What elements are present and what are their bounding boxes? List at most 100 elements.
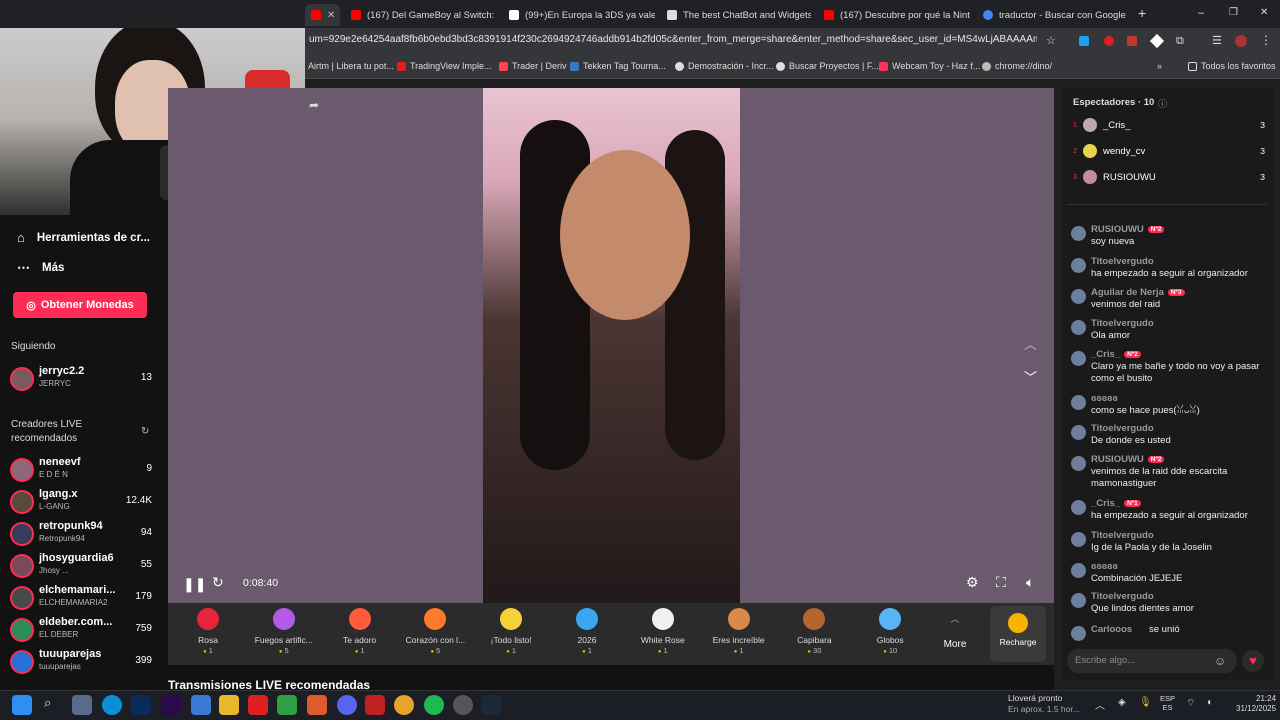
bookmark-item[interactable]: Buscar Proyectos | F... (776, 61, 879, 71)
discord-icon[interactable] (337, 695, 357, 715)
obs-icon[interactable] (453, 695, 473, 715)
following-item[interactable]: jerryc2.2 JERRYC 13 (10, 364, 152, 394)
viewer-row[interactable]: 2 wendy_cv 3 (1073, 142, 1265, 160)
premiere-icon[interactable] (161, 695, 181, 715)
bookmark-item[interactable]: Airtm | Libera tu pot... (308, 61, 394, 71)
chat-username[interactable]: Titoelvergudo (1091, 591, 1154, 602)
bookmark-item[interactable]: TradingView Imple... (397, 61, 492, 71)
photoshop-icon[interactable] (131, 695, 151, 715)
like-heart-button[interactable]: ♥ (1242, 650, 1264, 672)
extension-icon[interactable] (1079, 36, 1089, 46)
chevron-up-icon[interactable]: ︿ (1024, 334, 1037, 353)
refresh-icon[interactable]: ↻ (141, 426, 149, 437)
extension-icon[interactable] (1127, 36, 1137, 46)
extension-icon[interactable] (1149, 33, 1165, 49)
brave-icon[interactable] (307, 695, 327, 715)
tab-2[interactable]: (99+)En Europa la 3DS ya vale ✕ (503, 4, 655, 26)
minimize-icon[interactable]: – (1198, 7, 1204, 19)
taskview-icon[interactable] (72, 695, 92, 715)
close-window-icon[interactable]: ✕ (1260, 7, 1268, 18)
maximize-icon[interactable]: ❐ (1229, 7, 1238, 18)
spotify-icon[interactable] (424, 695, 444, 715)
more-gifts-button[interactable]: ︿ More (940, 612, 970, 650)
gift-item[interactable]: Te adoro1 (325, 604, 395, 655)
tab-active[interactable]: ✕ (305, 4, 340, 26)
recommended-item[interactable]: eldeber.com... EL DEBER 759 (10, 615, 152, 645)
chat-input[interactable]: Escribe algo... (1067, 649, 1237, 673)
fullscreen-icon[interactable]: ⛶ (996, 574, 1006, 591)
bookmarks-overflow-icon[interactable]: » (1157, 61, 1162, 71)
refresh-icon[interactable]: ↻ (212, 574, 224, 591)
viewer-row[interactable]: 1 _Cris_ 3 (1073, 116, 1265, 134)
profile-avatar[interactable] (1235, 35, 1247, 47)
tray-chevron-icon[interactable]: ︿ (1095, 697, 1105, 712)
gift-item[interactable]: Globos10 (855, 604, 925, 655)
volume-icon[interactable]: ◖ (1206, 697, 1212, 708)
chat-username[interactable]: _Cris_ Nº1 (1091, 498, 1141, 509)
wifi-icon[interactable]: ⌔ (1186, 697, 1195, 710)
edge-icon[interactable] (102, 695, 122, 715)
chat-username[interactable]: Carlooos (1091, 624, 1132, 635)
bookmark-item[interactable]: Tekken Tag Tourna... (570, 61, 666, 71)
chat-username[interactable]: ɞɞɞɞɞ (1091, 561, 1118, 572)
gift-item[interactable]: Corazón con l...5 (400, 604, 470, 655)
recommended-item[interactable]: lgang.x L-GANG 12.4K (10, 487, 152, 517)
clock[interactable]: 21:24 31/12/2025 (1236, 694, 1276, 714)
gift-item[interactable]: Fuegos artific...5 (249, 604, 319, 655)
minecraft-icon[interactable] (277, 695, 297, 715)
weather-widget[interactable]: Lloverá pronto En aprox. 1.5 hor... (1008, 693, 1080, 715)
chat-username[interactable]: ɞɞɞɞɞ (1091, 393, 1118, 404)
address-bar[interactable]: um=929e2e64254aaf8fb6b0ebd3bd3c8391914f2… (305, 28, 1280, 54)
settings-icon[interactable]: ⚙ (966, 574, 979, 591)
recommended-item[interactable]: jhosyguardia6 Jhosy ... 55 (10, 551, 152, 581)
mic-icon[interactable]: 🎙︎ (1139, 697, 1152, 708)
chat-username[interactable]: Titoelvergudo (1091, 318, 1154, 329)
get-coins-button[interactable]: ◎ Obtener Monedas (13, 292, 147, 318)
info-icon[interactable]: ⓘ (1158, 97, 1167, 110)
recommended-item[interactable]: tuuuparejas tuuuparejas 399 (10, 647, 152, 677)
kebab-menu-icon[interactable]: ⋮ (1260, 33, 1272, 47)
url-text[interactable]: um=929e2e64254aaf8fb6b0ebd3bd3c8391914f2… (309, 34, 1037, 45)
gift-item[interactable]: Capibara30 (779, 604, 849, 655)
recommended-item[interactable]: elchemamari... ELCHEMAMARIA2 179 (10, 583, 152, 613)
folder-icon[interactable] (219, 695, 239, 715)
puzzle-icon[interactable]: ⧉ (1176, 35, 1184, 48)
sidebar-item-tools[interactable]: ⌂ Herramientas de cr... (17, 230, 150, 245)
windows-start-icon[interactable] (12, 695, 32, 715)
chat-username[interactable]: RUSIOUWU Nº2 (1091, 454, 1165, 465)
close-tab-icon[interactable]: ✕ (327, 10, 335, 21)
gift-item[interactable]: ¡Todo listo!1 (476, 604, 546, 655)
tab-3[interactable]: The best ChatBot and Widgets ✕ (661, 4, 811, 26)
chat-username[interactable]: Titoelvergudo (1091, 530, 1154, 541)
pause-icon[interactable]: ❚❚ (183, 576, 206, 593)
search-icon[interactable]: ⌕ (44, 695, 51, 711)
tray-app-icon[interactable]: ◈ (1118, 697, 1126, 708)
bookmark-item[interactable]: Webcam Toy - Haz f... (879, 61, 980, 71)
chat-username[interactable]: Titoelvergudo (1091, 256, 1154, 267)
viewer-row[interactable]: 3 RUSIOUWU 3 (1073, 168, 1265, 186)
gift-item[interactable]: Eres increíble1 (704, 604, 774, 655)
chevron-down-icon[interactable]: ﹀ (1024, 367, 1037, 386)
recharge-button[interactable]: Recharge (990, 606, 1046, 662)
recommended-item[interactable]: retropunk94 Retropunk94 94 (10, 519, 152, 549)
language-indicator[interactable]: ESP ES (1160, 694, 1175, 712)
bookmark-item[interactable]: chrome://dino/ (982, 61, 1052, 71)
menu-lines-icon[interactable]: ☰ (1212, 34, 1222, 47)
share-icon[interactable]: ➦ (309, 98, 319, 112)
extension-icon[interactable] (1104, 36, 1114, 46)
star-icon[interactable]: ☆ (1046, 34, 1056, 47)
recommended-item[interactable]: neneevf E D É N 9 (10, 455, 152, 485)
app-icon[interactable] (365, 695, 385, 715)
emoji-icon[interactable]: ☺ (1214, 654, 1226, 668)
tab-5[interactable]: traductor - Buscar con Google ✕ (977, 4, 1127, 26)
app-icon[interactable] (248, 695, 268, 715)
chat-username[interactable]: _Cris_ Nº2 (1091, 349, 1141, 360)
bookmark-item[interactable]: Trader | Deriv (499, 61, 567, 71)
bookmark-item[interactable]: Demostración - Incr... (675, 61, 774, 71)
tab-4[interactable]: (167) Descubre por qué la Nint ✕ (818, 4, 970, 26)
explorer-icon[interactable] (191, 695, 211, 715)
steam-icon[interactable] (481, 695, 501, 715)
chrome-icon[interactable] (394, 695, 414, 715)
volume-icon[interactable]: 🔈︎ (1026, 574, 1034, 591)
all-bookmarks[interactable]: Todos los favoritos (1188, 61, 1276, 71)
